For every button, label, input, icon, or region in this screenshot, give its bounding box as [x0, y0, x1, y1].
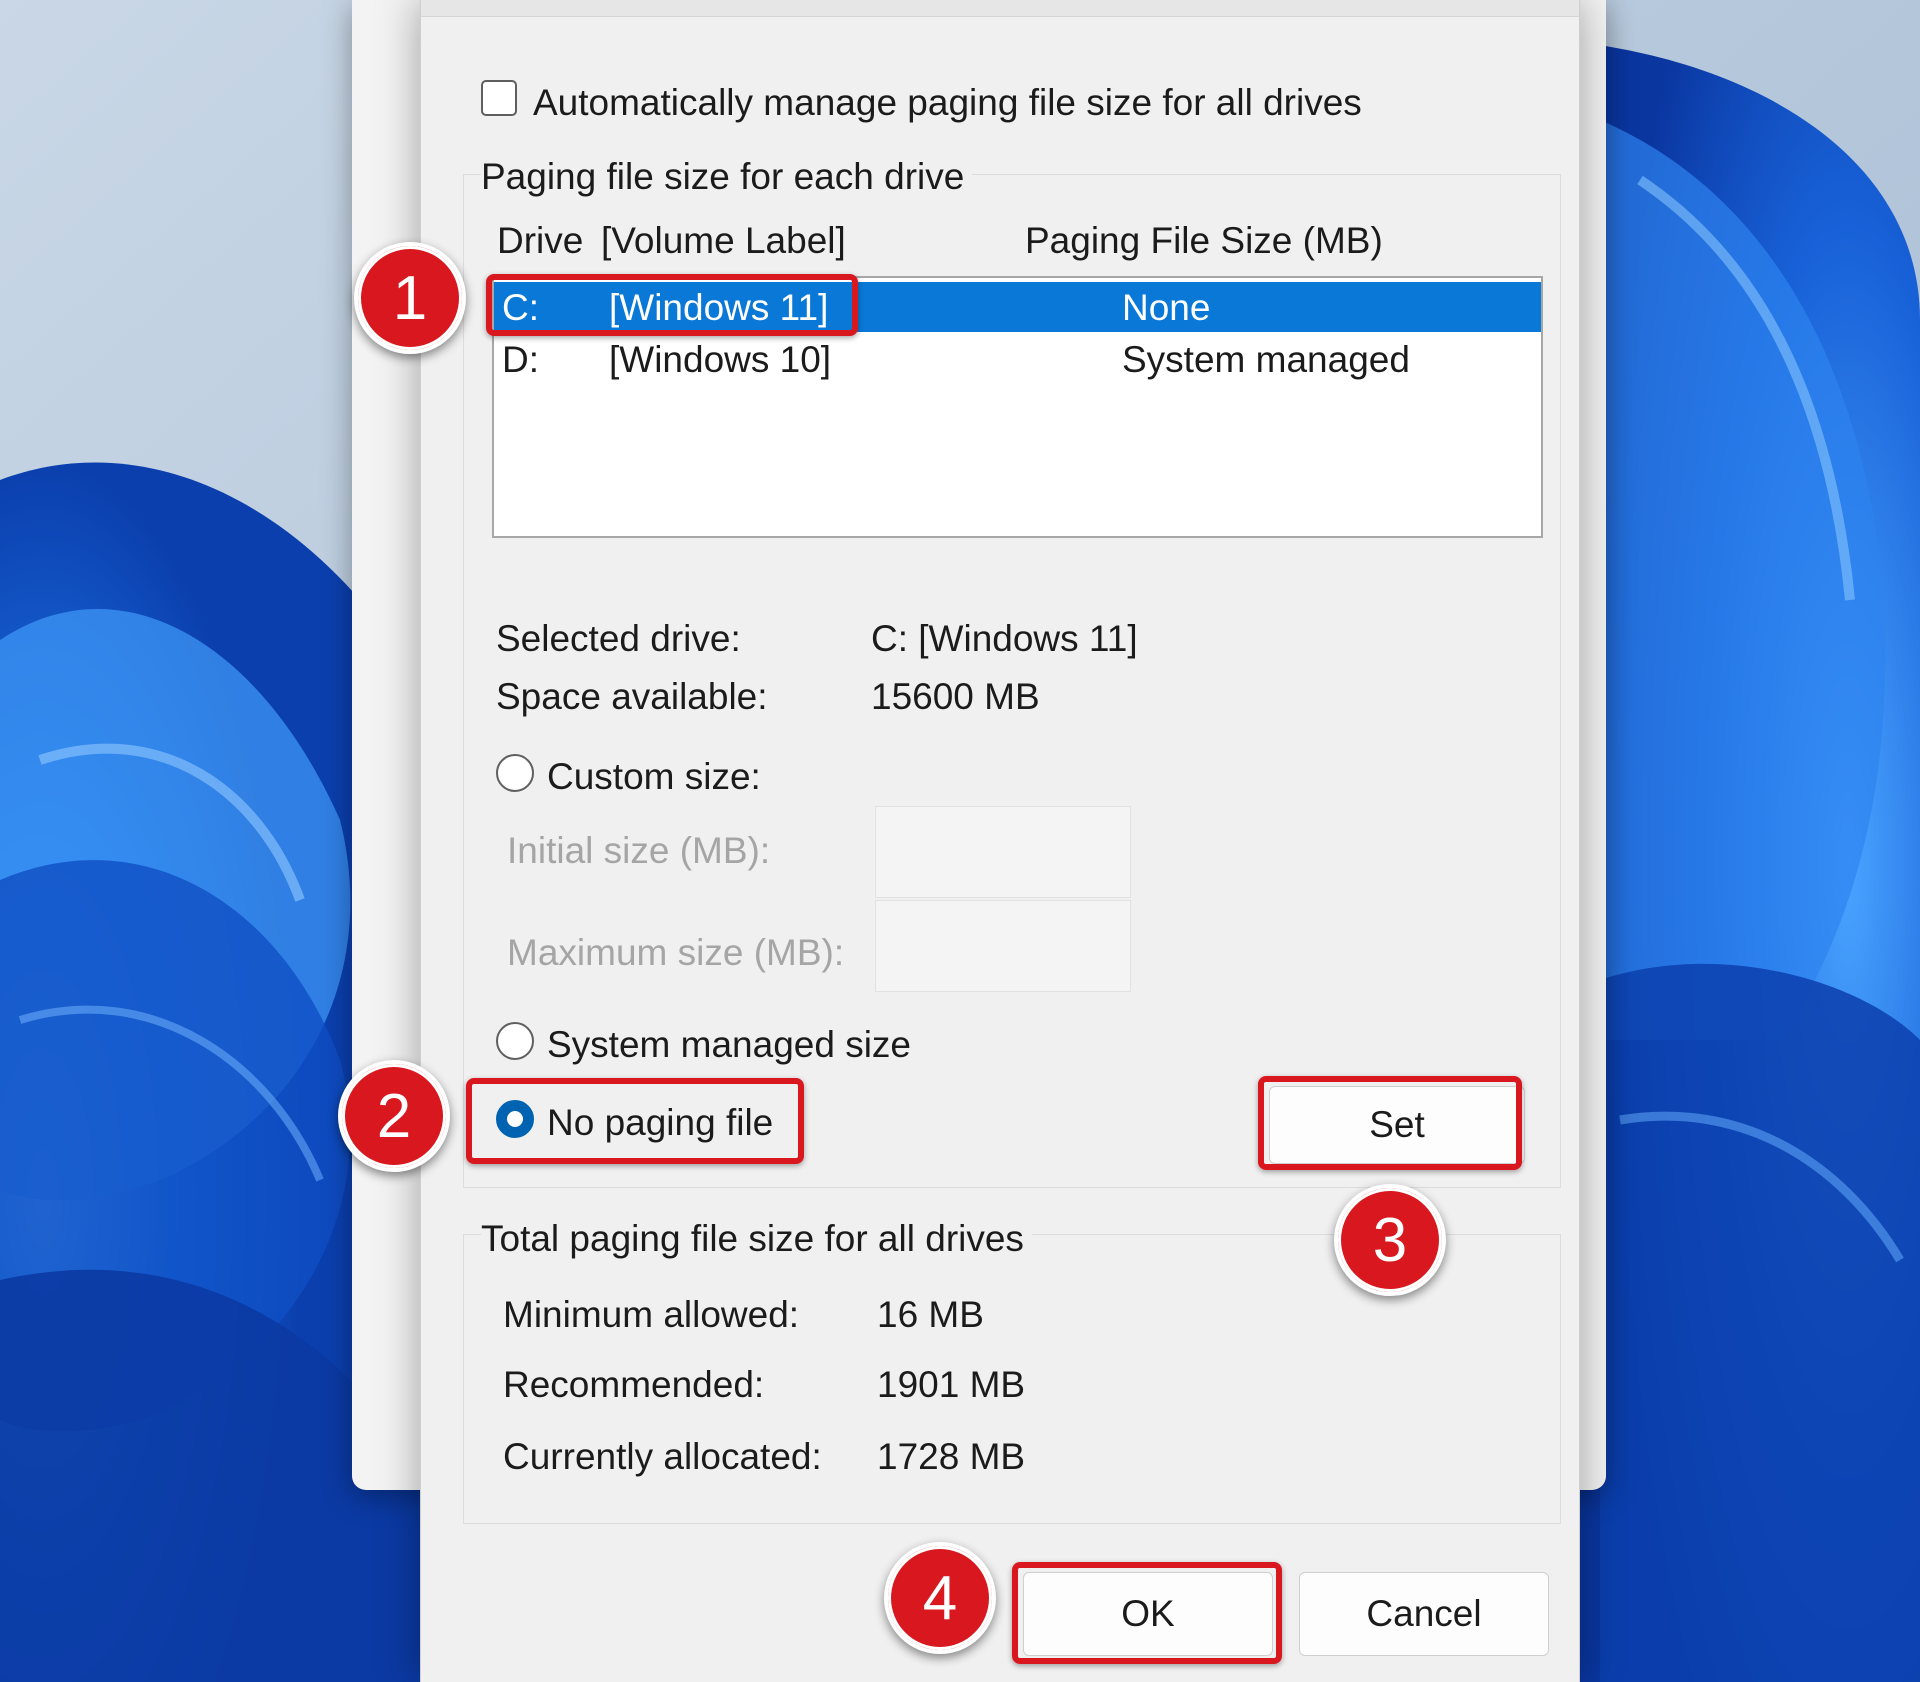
- auto-manage-checkbox[interactable]: [481, 80, 517, 116]
- drive-paging-size: None: [1122, 287, 1211, 328]
- minimum-allowed-label: Minimum allowed:: [503, 1294, 800, 1335]
- drive-row-d[interactable]: D: [Windows 10] System managed: [494, 334, 1541, 384]
- system-managed-label[interactable]: System managed size: [547, 1026, 911, 1063]
- drive-volume-label: [Windows 10]: [609, 339, 832, 380]
- highlight-drive-c: [486, 274, 858, 336]
- currently-allocated-value: 1728 MB: [877, 1436, 1026, 1477]
- custom-size-radio[interactable]: [496, 754, 534, 792]
- custom-size-label[interactable]: Custom size:: [547, 758, 761, 795]
- currently-allocated-label: Currently allocated:: [503, 1436, 822, 1477]
- system-managed-radio[interactable]: [496, 1022, 534, 1060]
- column-header-drive: Drive: [497, 220, 584, 261]
- highlight-no-paging-file: [466, 1078, 804, 1164]
- highlight-ok-button: [1012, 1562, 1282, 1664]
- column-header-volume: [Volume Label]: [601, 220, 846, 261]
- selected-drive-value: C: [Windows 11]: [871, 618, 1138, 659]
- space-available-label: Space available:: [496, 676, 768, 717]
- recommended-label: Recommended:: [503, 1364, 765, 1405]
- group-each-drive-title: Paging file size for each drive: [481, 158, 973, 195]
- step-badge-2: 2: [338, 1060, 450, 1172]
- step-badge-3: 3: [1334, 1184, 1446, 1296]
- maximum-size-input[interactable]: [875, 900, 1131, 992]
- highlight-set-button: [1258, 1076, 1522, 1170]
- group-total-title: Total paging file size for all drives: [481, 1220, 1032, 1257]
- auto-manage-label[interactable]: Automatically manage paging file size fo…: [533, 84, 1362, 121]
- minimum-allowed-value: 16 MB: [877, 1294, 984, 1335]
- recommended-value: 1901 MB: [877, 1364, 1026, 1405]
- selected-drive-label: Selected drive:: [496, 618, 741, 659]
- cancel-button[interactable]: Cancel: [1299, 1572, 1549, 1656]
- step-badge-1: 1: [354, 242, 466, 354]
- drive-letter: D:: [502, 339, 539, 380]
- virtual-memory-dialog: Automatically manage paging file size fo…: [420, 0, 1580, 1682]
- column-header-size: Paging File Size (MB): [1025, 220, 1383, 261]
- step-badge-4: 4: [884, 1542, 996, 1654]
- initial-size-label: Initial size (MB):: [507, 830, 771, 871]
- maximum-size-label: Maximum size (MB):: [507, 932, 845, 973]
- initial-size-input[interactable]: [875, 806, 1131, 898]
- space-available-value: 15600 MB: [871, 676, 1040, 717]
- drive-paging-size: System managed: [1122, 339, 1410, 380]
- dialog-title-edge: [421, 0, 1579, 17]
